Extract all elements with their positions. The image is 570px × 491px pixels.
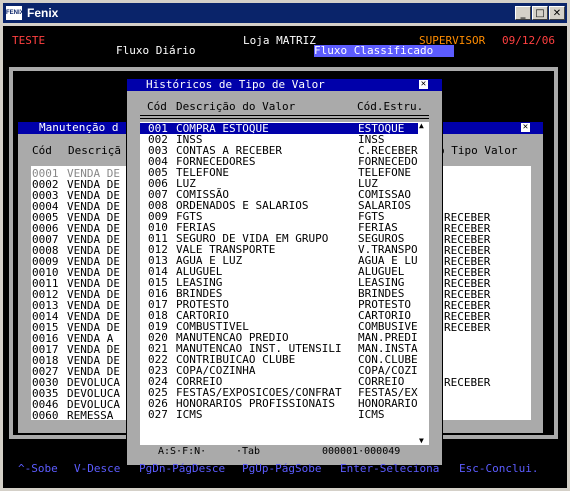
scroll-up-icon[interactable]: ▲ [419, 122, 424, 130]
maximize-button[interactable]: □ [532, 6, 548, 20]
popup-title: Históricos de Tipo de Valor [146, 78, 325, 91]
terminal-area: TESTE Loja MATRIZ SUPERVISOR 09/12/06 Fl… [3, 26, 567, 488]
maintenance-title: Manutenção d [39, 121, 119, 134]
company-label: TESTE [12, 34, 46, 47]
app-icon: FENIX [6, 6, 24, 20]
key-help-up: ^-Sobe [18, 462, 58, 475]
popup-col-struct: Cód.Estru. [357, 100, 424, 113]
popup-col-desc: Descrição do Valor [176, 100, 296, 113]
item-code: 027 [148, 408, 168, 421]
scrollbar[interactable]: ▲ ▼ [418, 122, 429, 445]
popup-col-code: Cód [147, 100, 167, 113]
back-col-code: Cód [32, 144, 52, 157]
key-help-down: V-Desce [74, 462, 121, 475]
mode-label: Fluxo Classificado [314, 45, 454, 57]
back-col-desc: Descriçã [68, 144, 121, 157]
status-counter: 000001·000049 [322, 446, 401, 457]
history-list[interactable]: 001 COMPRA ESTOQUE ESTOQUE 002 INSS INSS 003 CO… [140, 122, 429, 445]
item-struct: ICMS [358, 408, 385, 421]
popup-close-button[interactable]: ✕ [419, 80, 428, 89]
status-tab: ·Tab [236, 446, 261, 457]
status-mode: A:S·F:N· [158, 446, 207, 457]
key-help-enter: Enter-Seleciona [340, 462, 440, 475]
minimize-button[interactable]: _ [515, 6, 531, 20]
date-label: 09/12/06 [502, 34, 555, 47]
app-window: FENIX Fenix _ □ ✕ TESTE Loja MATRIZ SUPE… [0, 0, 570, 491]
key-help-pgdn: PgDn-PágDesce [139, 462, 226, 475]
popup-status-bar: A:S·F:N· ·Tab 000001·000049 [140, 445, 429, 458]
list-item[interactable]: 027 ICMS ICMS [140, 409, 429, 420]
store-label: Loja MATRIZ [243, 34, 316, 47]
back-col-type: o Tipo Valor [438, 144, 518, 157]
screen-label: Fluxo Diário [116, 44, 196, 57]
item-desc: ICMS [176, 408, 203, 421]
scroll-down-icon[interactable]: ▼ [419, 437, 424, 445]
key-help-esc: Esc-Conclui. [459, 462, 539, 475]
row-type: RECEBER [444, 376, 491, 389]
key-help-pgup: PgUp-PágSobe [242, 462, 322, 475]
row-desc: REMESSA [67, 409, 114, 422]
popup-title-bar: Históricos de Tipo de Valor ✕ [127, 79, 442, 91]
row-type: RECEBER [444, 321, 491, 334]
title-bar[interactable]: FENIX Fenix _ □ ✕ [3, 3, 567, 23]
close-button[interactable]: ✕ [549, 6, 565, 20]
window-title: Fenix [27, 6, 59, 20]
maintenance-close-button[interactable]: ✕ [521, 123, 530, 132]
history-popup: Históricos de Tipo de Valor ✕ Cód Descri… [126, 78, 443, 466]
row-code: 0060 [32, 409, 59, 422]
